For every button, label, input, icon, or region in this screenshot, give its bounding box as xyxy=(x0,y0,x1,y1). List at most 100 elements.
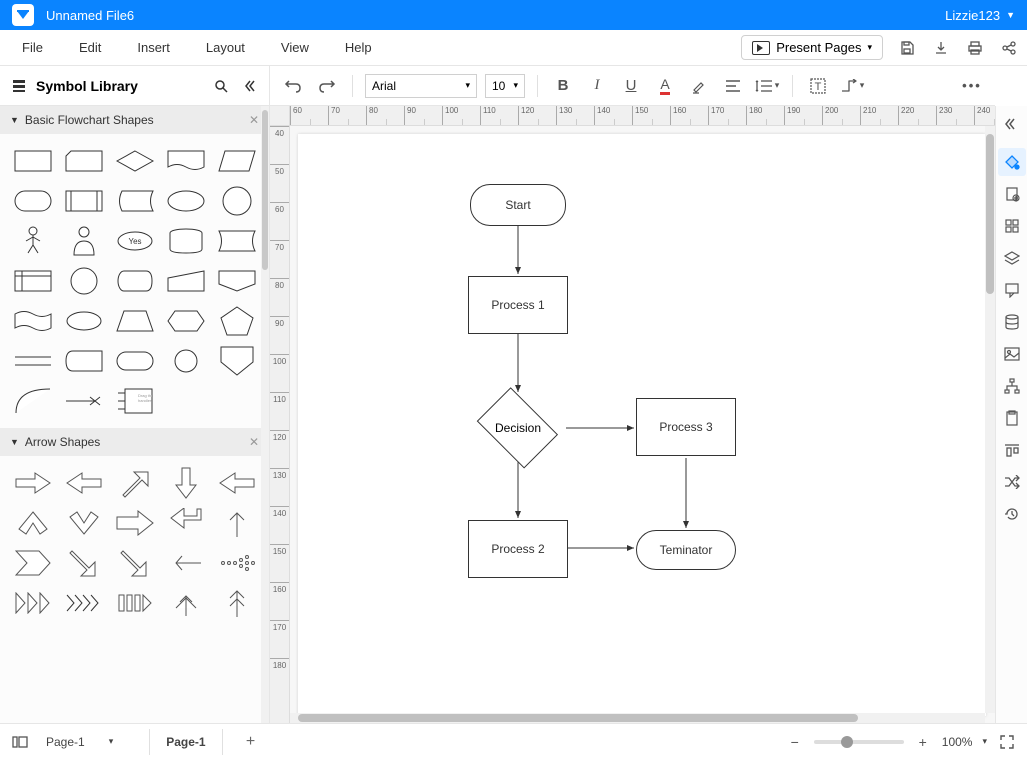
comment-icon[interactable] xyxy=(998,276,1026,304)
shape-actor[interactable] xyxy=(10,224,55,258)
page-settings-icon[interactable] xyxy=(998,180,1026,208)
shape-arrow-line[interactable] xyxy=(61,384,106,418)
download-icon[interactable] xyxy=(931,38,951,58)
arrow-up-line[interactable] xyxy=(214,506,259,540)
shape-trapezoid[interactable] xyxy=(112,304,157,338)
node-start[interactable]: Start xyxy=(470,184,566,226)
arrow-diag-down2[interactable] xyxy=(112,546,157,580)
shape-card[interactable] xyxy=(61,144,106,178)
shape-internal-storage[interactable] xyxy=(10,264,55,298)
text-tool-button[interactable]: T xyxy=(805,73,831,99)
shape-oval2[interactable] xyxy=(61,304,106,338)
zoom-out-button[interactable]: − xyxy=(786,733,804,751)
line-spacing-button[interactable]: ▾ xyxy=(754,73,780,99)
arrow-right-block[interactable] xyxy=(112,506,157,540)
shape-terminator[interactable] xyxy=(10,184,55,218)
shape-predefined[interactable] xyxy=(61,184,106,218)
zoom-in-button[interactable]: + xyxy=(914,733,932,751)
shape-document[interactable] xyxy=(163,144,208,178)
collapse-left-icon[interactable] xyxy=(239,76,259,96)
shuffle-icon[interactable] xyxy=(998,468,1026,496)
redo-button[interactable] xyxy=(314,73,340,99)
shape-note[interactable]: Drag the sidehandles to change xyxy=(112,384,157,418)
share-icon[interactable] xyxy=(999,38,1019,58)
category-flowchart-header[interactable]: ▼ Basic Flowchart Shapes ✕ xyxy=(0,106,269,134)
underline-button[interactable]: U xyxy=(618,73,644,99)
shape-person[interactable] xyxy=(61,224,106,258)
fill-color-icon[interactable] xyxy=(998,148,1026,176)
shape-hexagon[interactable] xyxy=(163,304,208,338)
shape-stadium[interactable] xyxy=(112,344,157,378)
page-tab[interactable]: Page-1 xyxy=(149,729,222,755)
shape-arc[interactable] xyxy=(10,384,55,418)
shape-stored-data[interactable] xyxy=(112,184,157,218)
shape-circle2[interactable] xyxy=(61,264,106,298)
canvas-horizontal-scrollbar[interactable] xyxy=(290,713,985,723)
arrow-right-chevron[interactable] xyxy=(10,546,55,580)
arrow-cross[interactable] xyxy=(163,586,208,620)
menu-insert[interactable]: Insert xyxy=(123,34,184,61)
arrow-stripes[interactable] xyxy=(61,586,106,620)
canvas-page[interactable]: Start Process 1 Decision Process 3 Proce… xyxy=(298,134,986,716)
arrow-chevron-up[interactable] xyxy=(10,506,55,540)
close-icon[interactable]: ✕ xyxy=(249,113,259,127)
menu-layout[interactable]: Layout xyxy=(192,34,259,61)
shape-tape[interactable] xyxy=(10,304,55,338)
canvas-vertical-scrollbar[interactable] xyxy=(985,126,995,713)
add-page-button[interactable]: + xyxy=(239,730,263,754)
bold-button[interactable]: B xyxy=(550,73,576,99)
arrow-triple[interactable] xyxy=(10,586,55,620)
arrow-bars[interactable] xyxy=(112,586,157,620)
image-icon[interactable] xyxy=(998,340,1026,368)
node-process2[interactable]: Process 2 xyxy=(468,520,568,578)
shape-diamond[interactable] xyxy=(112,144,157,178)
shape-rounded-rect[interactable] xyxy=(61,344,106,378)
font-family-select[interactable]: Arial▾ xyxy=(365,74,477,98)
arrow-diag-up[interactable] xyxy=(112,466,157,500)
italic-button[interactable]: I xyxy=(584,73,610,99)
menu-help[interactable]: Help xyxy=(331,34,386,61)
data-icon[interactable] xyxy=(998,308,1026,336)
fullscreen-icon[interactable] xyxy=(997,732,1017,752)
clipboard-icon[interactable] xyxy=(998,404,1026,432)
arrow-up-double[interactable] xyxy=(214,586,259,620)
shapes-scroll[interactable]: ▼ Basic Flowchart Shapes ✕ Yes xyxy=(0,106,269,723)
shape-parallel-lines[interactable] xyxy=(10,344,55,378)
tree-icon[interactable] xyxy=(998,372,1026,400)
shape-manual-input[interactable] xyxy=(163,264,208,298)
shape-process[interactable] xyxy=(10,144,55,178)
chevron-down-icon[interactable]: ▾ xyxy=(982,736,987,747)
arrow-bent[interactable] xyxy=(163,506,208,540)
history-icon[interactable] xyxy=(998,500,1026,528)
page-dropdown[interactable]: Page-1▾ xyxy=(40,732,119,752)
font-size-select[interactable]: 10▾ xyxy=(485,74,525,98)
arrow-left2[interactable] xyxy=(214,466,259,500)
zoom-slider[interactable] xyxy=(814,740,904,744)
shape-database[interactable] xyxy=(163,224,208,258)
menu-view[interactable]: View xyxy=(267,34,323,61)
user-menu[interactable]: Lizzie123 ▼ xyxy=(945,8,1015,23)
node-decision[interactable]: Decision xyxy=(470,394,566,462)
more-button[interactable]: ••• xyxy=(959,73,985,99)
node-process3[interactable]: Process 3 xyxy=(636,398,736,456)
node-process1[interactable]: Process 1 xyxy=(468,276,568,334)
shape-offpage[interactable] xyxy=(214,264,259,298)
undo-button[interactable] xyxy=(280,73,306,99)
shape-circle3[interactable] xyxy=(163,344,208,378)
shape-cylinder[interactable] xyxy=(112,264,157,298)
text-highlight-button[interactable] xyxy=(686,73,712,99)
menu-file[interactable]: File xyxy=(8,34,57,61)
shape-pentagon[interactable] xyxy=(214,304,259,338)
collapse-right-icon[interactable] xyxy=(998,110,1026,138)
layers-icon[interactable] xyxy=(998,244,1026,272)
align-tool-icon[interactable] xyxy=(998,436,1026,464)
close-icon[interactable]: ✕ xyxy=(249,435,259,449)
arrow-down[interactable] xyxy=(163,466,208,500)
logo-icon[interactable] xyxy=(12,4,34,26)
canvas-area[interactable]: 6070809010011012013014015016017018019020… xyxy=(270,106,995,723)
category-arrows-header[interactable]: ▼ Arrow Shapes ✕ xyxy=(0,428,269,456)
arrow-left[interactable] xyxy=(61,466,106,500)
shape-yes-oval[interactable]: Yes xyxy=(112,224,157,258)
arrow-chevron-down[interactable] xyxy=(61,506,106,540)
arrow-dots[interactable] xyxy=(214,546,259,580)
